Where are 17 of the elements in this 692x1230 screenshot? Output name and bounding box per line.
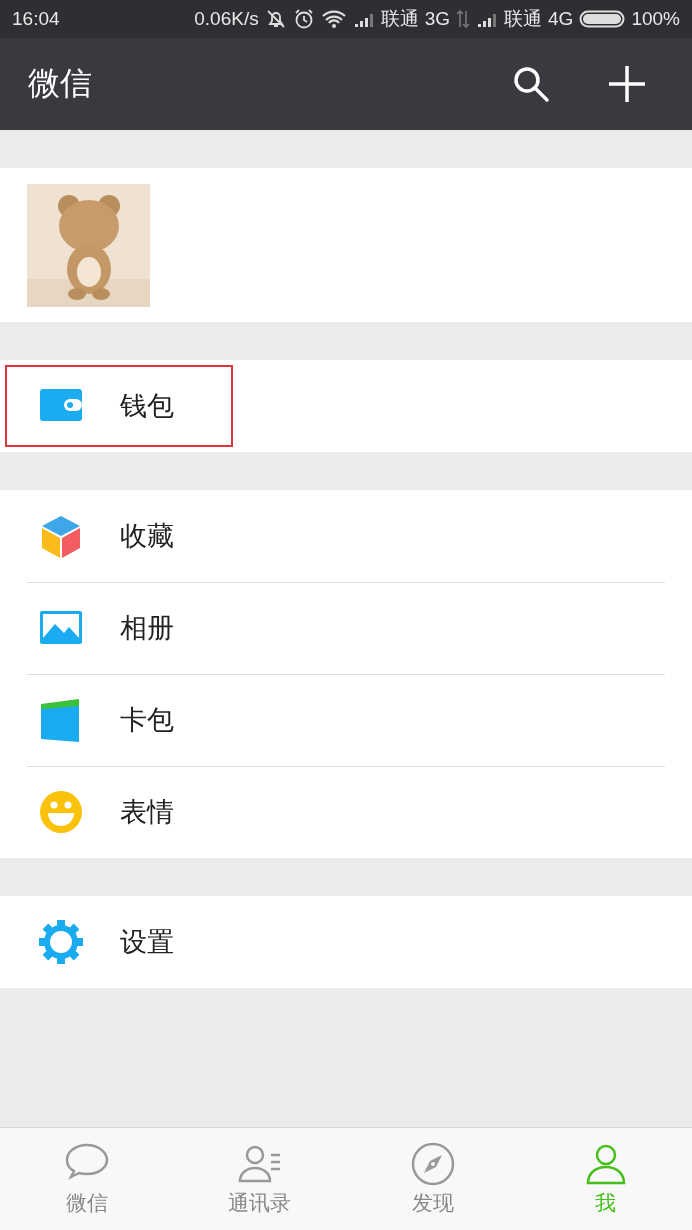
- search-button[interactable]: [512, 65, 550, 103]
- wifi-icon: [320, 9, 347, 29]
- muted-bell-icon: [264, 8, 287, 30]
- add-button[interactable]: [608, 65, 646, 103]
- battery-icon: [579, 9, 626, 29]
- data-arrows-icon: [456, 9, 471, 29]
- carrier-name: 联通: [504, 7, 543, 31]
- compass-icon: [409, 1141, 456, 1187]
- carrier-name: 联通: [380, 7, 419, 31]
- settings-icon: [38, 919, 84, 965]
- status-time: 16:04: [12, 8, 60, 30]
- battery-level: 100%: [631, 8, 680, 30]
- screen-title: 微信: [28, 63, 93, 104]
- network-type: 4G: [548, 8, 574, 30]
- smiley-icon: [38, 789, 84, 835]
- network-speed: 0.06K/s: [194, 8, 259, 30]
- network-type: 3G: [424, 8, 451, 30]
